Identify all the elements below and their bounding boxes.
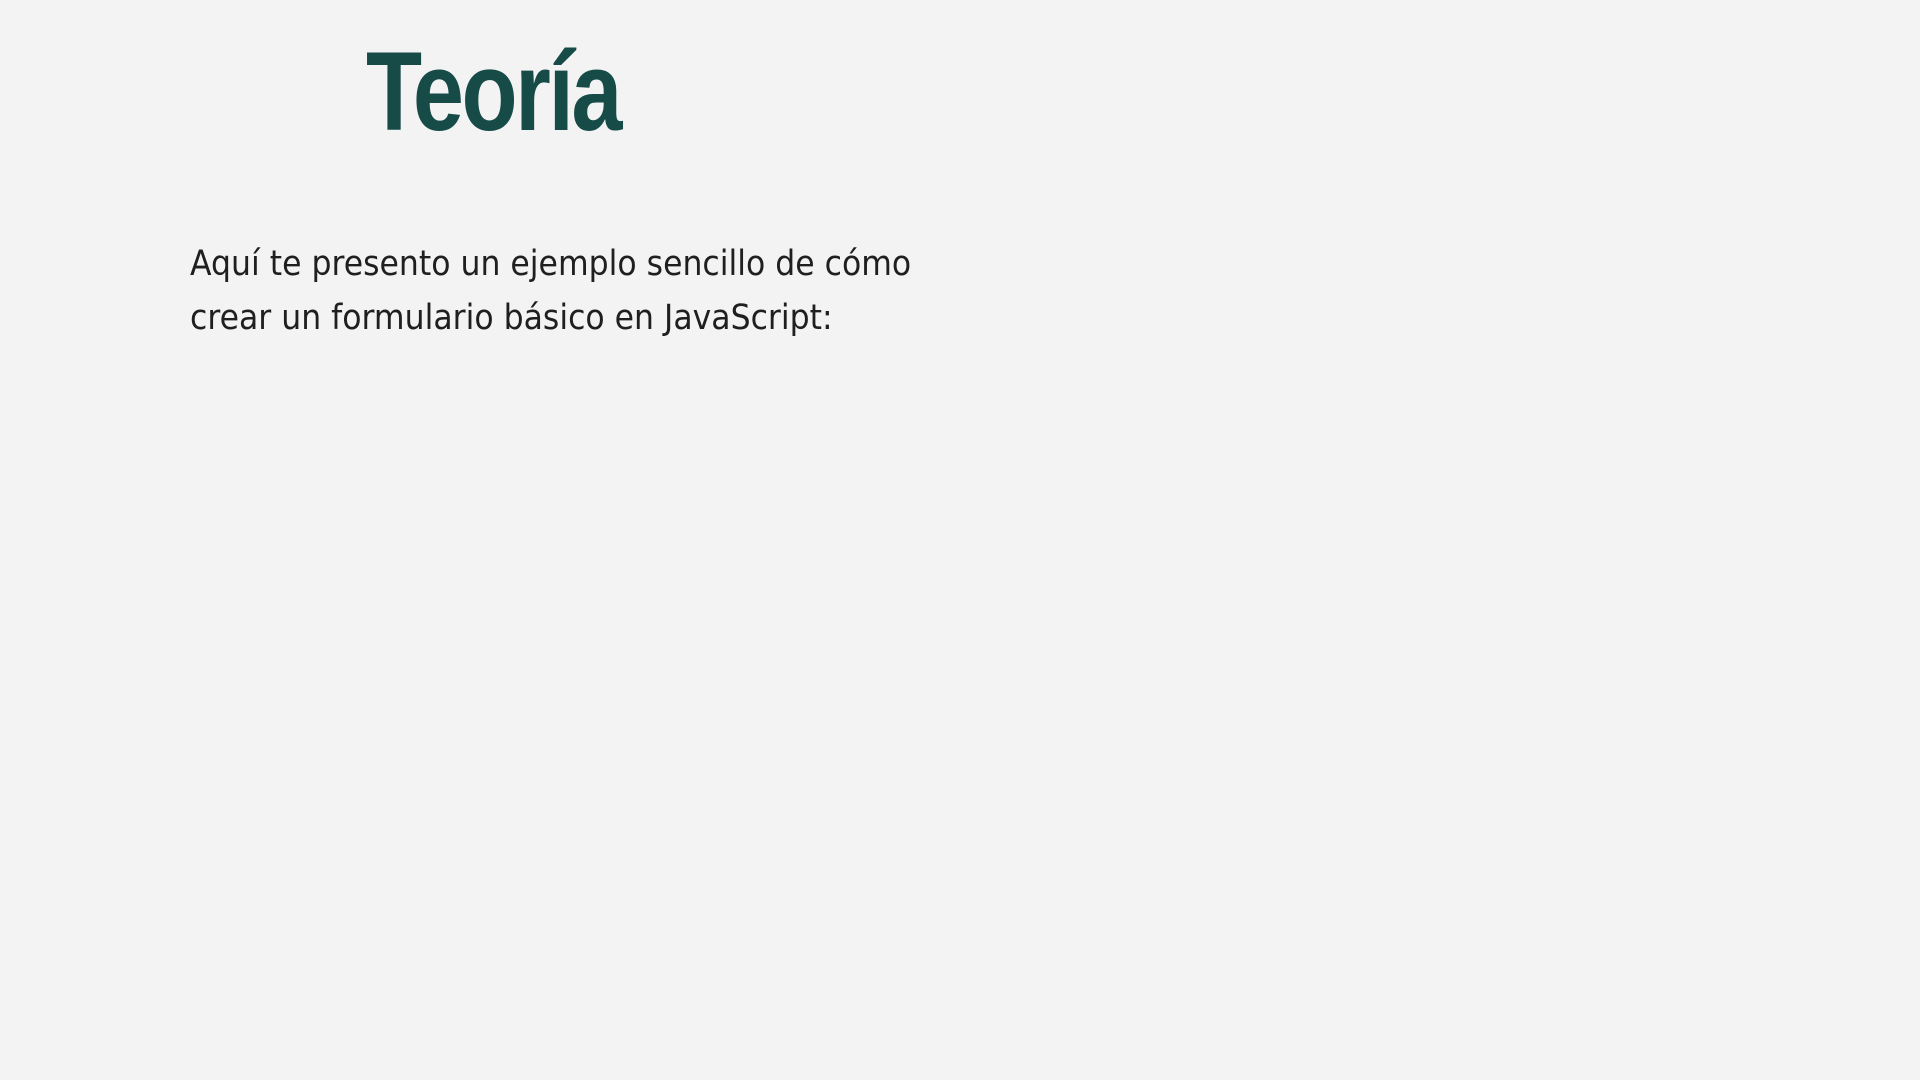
body-line-2: crear un formulario básico en JavaScript… (190, 298, 833, 338)
slide-title: Teoría (366, 29, 622, 154)
slide: Teoría Aquí te presento un ejemplo senci… (0, 0, 1920, 1080)
body-line-1: Aquí te presento un ejemplo sencillo de … (190, 244, 912, 284)
slide-body-paragraph: Aquí te presento un ejemplo sencillo de … (190, 237, 1010, 345)
